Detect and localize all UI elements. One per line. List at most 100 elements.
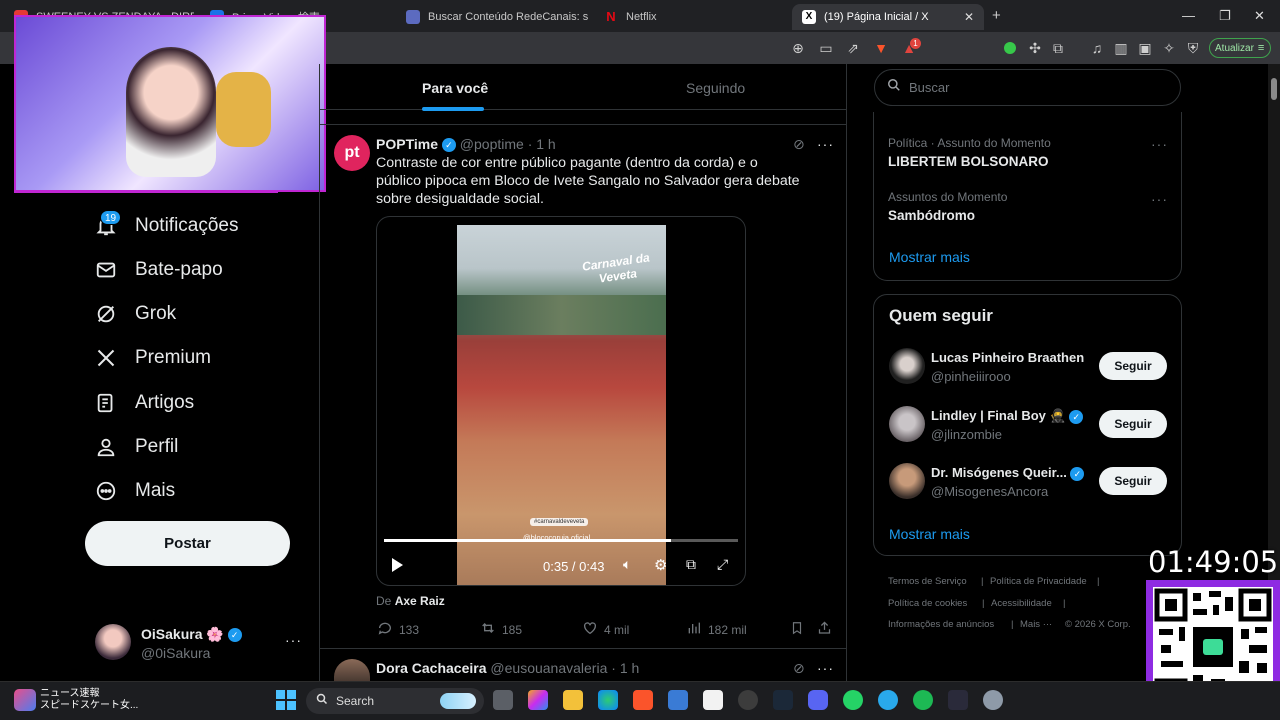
video-player[interactable]: Carnaval da Veveta #carnavaldeveveta @bl… bbox=[376, 216, 746, 586]
new-tab-button[interactable]: + bbox=[992, 7, 1001, 24]
play-icon[interactable] bbox=[389, 557, 405, 573]
puzzle-icon[interactable]: ✣ bbox=[1026, 39, 1044, 57]
news-widget[interactable]: ニュース速報 スピードスケート女... bbox=[40, 688, 138, 712]
avatar[interactable] bbox=[889, 406, 925, 442]
post-author[interactable]: POPTime bbox=[376, 136, 438, 152]
task-view-icon[interactable] bbox=[493, 690, 513, 710]
follow-button[interactable]: Seguir bbox=[1099, 410, 1167, 438]
next-post-author[interactable]: Dora Cachaceira bbox=[376, 660, 487, 676]
close-icon[interactable]: ✕ bbox=[964, 10, 974, 24]
news-widget-icon[interactable] bbox=[14, 689, 36, 711]
steam-icon[interactable] bbox=[773, 690, 793, 710]
post-time[interactable]: · 1 h bbox=[528, 136, 556, 152]
x-logo-icon: X bbox=[802, 10, 816, 24]
more-dots-icon[interactable]: ··· bbox=[817, 136, 834, 152]
post-avatar[interactable]: pt bbox=[334, 135, 370, 171]
whatsapp-icon[interactable] bbox=[843, 690, 863, 710]
vpn-icon[interactable]: ⛨ bbox=[1184, 39, 1202, 57]
more-dots-icon[interactable]: ··· bbox=[1151, 191, 1168, 207]
minimize-icon[interactable]: — bbox=[1182, 8, 1195, 23]
like-button[interactable]: 4 mil bbox=[582, 620, 629, 639]
footer-cookies-link[interactable]: Política de cookies bbox=[888, 598, 967, 609]
nav-artigos[interactable]: Artigos bbox=[95, 385, 194, 421]
show-more-trends-link[interactable]: Mostrar mais bbox=[889, 249, 970, 265]
next-post-time[interactable]: · 1 h bbox=[611, 660, 639, 676]
copilot-icon[interactable] bbox=[528, 690, 548, 710]
tab-x-home[interactable]: X (19) Página Inicial / X ✕ bbox=[792, 4, 984, 30]
footer-accessibility-link[interactable]: Acessibilidade bbox=[991, 598, 1052, 609]
follow-button[interactable]: Seguir bbox=[1099, 352, 1167, 380]
music-icon[interactable]: ♫ bbox=[1088, 39, 1106, 57]
footer-more-link[interactable]: Mais ··· bbox=[1020, 619, 1052, 630]
follow-name[interactable]: Dr. Misógenes Queir... bbox=[931, 465, 1067, 480]
more-dots-icon[interactable]: ··· bbox=[1151, 136, 1168, 152]
nav-bate-papo[interactable]: Bate-papo bbox=[95, 252, 223, 288]
sidebar-toggle-icon[interactable]: ▥ bbox=[1112, 39, 1130, 57]
maximize-icon[interactable]: ❐ bbox=[1219, 8, 1231, 24]
more-dots-icon[interactable]: ··· bbox=[285, 632, 302, 648]
cast-icon[interactable]: ▭ bbox=[817, 39, 835, 57]
close-window-icon[interactable]: ✕ bbox=[1254, 8, 1265, 24]
extension-green-icon[interactable] bbox=[1004, 42, 1016, 54]
edge-icon[interactable] bbox=[598, 690, 618, 710]
bookmark-button[interactable] bbox=[790, 620, 804, 639]
windows-start-icon[interactable] bbox=[276, 690, 296, 710]
settings-gear-icon[interactable] bbox=[983, 690, 1003, 710]
avatar[interactable] bbox=[889, 463, 925, 499]
repost-button[interactable]: 185 bbox=[480, 620, 522, 639]
footer-terms-link[interactable]: Termos de Serviço bbox=[888, 576, 967, 587]
search-box[interactable]: Buscar bbox=[874, 69, 1181, 106]
account-switcher[interactable]: OiSakura 🌸 ✓ @0iSakura ··· bbox=[85, 620, 310, 666]
share-button[interactable] bbox=[817, 620, 832, 639]
nav-premium[interactable]: Premium bbox=[95, 340, 211, 376]
follow-name[interactable]: Lucas Pinheiro Braathen bbox=[931, 350, 1084, 365]
nav-perfil[interactable]: Perfil bbox=[95, 429, 178, 465]
obs-icon[interactable] bbox=[738, 690, 758, 710]
volume-icon[interactable]: 🔈︎ bbox=[623, 556, 631, 573]
picture-in-picture-icon[interactable]: ⧉ bbox=[686, 556, 696, 573]
post-handle[interactable]: @poptime bbox=[460, 136, 524, 152]
spotify-icon[interactable] bbox=[913, 690, 933, 710]
discord-icon[interactable] bbox=[808, 690, 828, 710]
scrollbar-thumb[interactable] bbox=[1271, 78, 1277, 100]
next-post-handle[interactable]: @eusouanavaleria bbox=[490, 660, 607, 676]
nav-grok[interactable]: Grok bbox=[95, 296, 176, 332]
telegram-icon[interactable] bbox=[878, 690, 898, 710]
app-icon[interactable] bbox=[948, 690, 968, 710]
post-button[interactable]: Postar bbox=[85, 521, 290, 566]
update-button[interactable]: Atualizar ≡ bbox=[1209, 38, 1271, 58]
file-explorer-icon[interactable] bbox=[563, 690, 583, 710]
brave-icon[interactable] bbox=[633, 690, 653, 710]
settings-gear-icon[interactable]: ⚙ bbox=[654, 556, 667, 574]
taskbar-search[interactable]: Search bbox=[306, 688, 484, 714]
tab-following[interactable]: Seguindo bbox=[686, 80, 745, 96]
fullscreen-icon[interactable]: ⤢ bbox=[717, 556, 728, 573]
more-dots-icon[interactable]: ··· bbox=[817, 660, 834, 676]
tab-for-you[interactable]: Para você bbox=[422, 80, 488, 96]
show-more-follow-link[interactable]: Mostrar mais bbox=[889, 526, 970, 542]
tab-redecanais[interactable]: Buscar Conteúdo RedeCanais: star tre bbox=[396, 4, 588, 30]
source-name[interactable]: Axe Raiz bbox=[395, 594, 445, 608]
footer-ads-link[interactable]: Informações de anúncios bbox=[888, 619, 994, 630]
zoom-icon[interactable]: ⊕ bbox=[789, 39, 807, 57]
share-icon[interactable]: ⇗ bbox=[844, 39, 862, 57]
capcut-icon[interactable] bbox=[703, 690, 723, 710]
grok-post-icon[interactable]: ⊘ bbox=[793, 136, 805, 153]
avatar[interactable] bbox=[889, 348, 925, 384]
leo-ai-icon[interactable]: ✧ bbox=[1160, 39, 1178, 57]
follow-name[interactable]: Lindley | Final Boy 🥷 bbox=[931, 408, 1066, 423]
wallet-icon[interactable]: ▣ bbox=[1136, 39, 1154, 57]
grok-post-icon[interactable]: ⊘ bbox=[793, 660, 805, 677]
reply-button[interactable]: 133 bbox=[377, 620, 419, 639]
video-progress-track[interactable] bbox=[384, 539, 738, 542]
nav-mais[interactable]: Mais bbox=[95, 473, 175, 509]
brave-shield-icon[interactable]: ▼ bbox=[872, 39, 890, 57]
footer-privacy-link[interactable]: Política de Privacidade bbox=[990, 576, 1087, 587]
store-icon[interactable] bbox=[668, 690, 688, 710]
tab-netflix[interactable]: N Netflix bbox=[594, 4, 786, 30]
trend-item[interactable]: Política · Assunto do Momento LIBERTEM B… bbox=[888, 136, 1158, 169]
follow-button[interactable]: Seguir bbox=[1099, 467, 1167, 495]
trend-item[interactable]: Assuntos do Momento Sambódromo bbox=[888, 190, 1158, 223]
views-button[interactable]: 182 mil bbox=[686, 620, 747, 639]
screenshot-icon[interactable]: ⧉ bbox=[1049, 39, 1067, 57]
